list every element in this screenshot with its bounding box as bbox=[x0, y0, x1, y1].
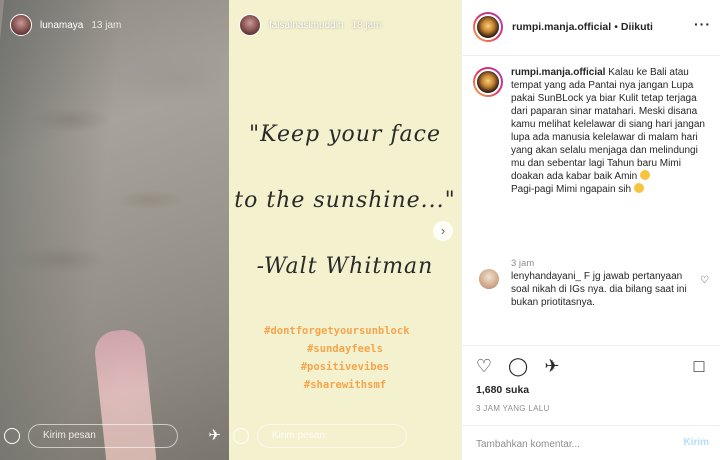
more-options-icon[interactable]: ··· bbox=[694, 17, 711, 31]
hashtag[interactable]: #dontforgetyoursunblock bbox=[229, 323, 461, 340]
avatar[interactable] bbox=[473, 67, 503, 97]
grin-emoji-icon bbox=[416, 325, 426, 335]
story-time: 13 jam bbox=[91, 19, 122, 31]
post-sidebar: rumpi.manja.official • Diikuti ··· rumpi.m… bbox=[461, 0, 720, 460]
post-date: 3 JAM YANG LALU bbox=[476, 404, 550, 413]
media-area: lunamaya 13 jam Kirim pesan ✈ faisalnasi… bbox=[0, 0, 461, 460]
caption-line2: Pagi-pagi Mimi ngapain sih bbox=[511, 184, 632, 195]
post-username[interactable]: rumpi.manja.official bbox=[512, 21, 611, 33]
caption-text: rumpi.manja.official Kalau ke Bali atau … bbox=[511, 66, 714, 196]
bookmark-icon[interactable]: □ bbox=[689, 356, 709, 376]
post-actions: ♡ ◯ ✈ □ 1,680 suka 3 JAM YANG LALU Kirim bbox=[462, 345, 720, 460]
follow-status[interactable]: Diikuti bbox=[621, 21, 653, 33]
story-footer: Kirim pesan bbox=[229, 424, 461, 450]
caption-body: Kalau ke Bali atau tempat yang ada Panta… bbox=[511, 67, 705, 182]
comments-section: rumpi.manja.official Kalau ke Bali atau … bbox=[462, 57, 720, 345]
add-comment-row: Kirim bbox=[462, 425, 720, 460]
camera-icon[interactable] bbox=[233, 428, 249, 444]
reply-input[interactable]: Kirim pesan bbox=[28, 424, 178, 448]
quote-line: to the sunshine..." bbox=[234, 188, 456, 213]
comment-input[interactable] bbox=[476, 437, 666, 451]
avatar[interactable] bbox=[479, 269, 499, 289]
hashtag[interactable]: #sharewithsmf bbox=[229, 377, 461, 394]
story-footer: Kirim pesan ✈ bbox=[0, 424, 229, 450]
comment-icon[interactable]: ◯ bbox=[508, 356, 528, 376]
separator-dot: • bbox=[614, 21, 618, 33]
header-user-line: rumpi.manja.official • Diikuti bbox=[512, 21, 653, 33]
send-icon[interactable]: ✈ bbox=[542, 356, 562, 376]
avatar[interactable] bbox=[239, 14, 261, 36]
hashtag-list: #dontforgetyoursunblock #sundayfeels #po… bbox=[229, 323, 461, 395]
send-icon[interactable]: ✈ bbox=[208, 428, 221, 444]
story-quote[interactable]: faisalnasimuddin 18 jam "Keep your face … bbox=[229, 0, 461, 460]
story-time: 18 jam bbox=[351, 19, 382, 31]
chevron-right-icon[interactable]: › bbox=[433, 221, 453, 241]
like-count[interactable]: 1,680 suka bbox=[476, 384, 529, 396]
quote-line: "Keep your face bbox=[248, 122, 442, 147]
caption-username[interactable]: rumpi.manja.official bbox=[511, 67, 605, 78]
comment-username[interactable]: lenyhandayani_ bbox=[511, 271, 581, 282]
avatar[interactable] bbox=[473, 12, 503, 42]
heart-icon[interactable]: ♡ bbox=[474, 356, 494, 376]
caption-time: 3 jam bbox=[511, 258, 535, 269]
quote-author: -Walt Whitman bbox=[256, 254, 434, 279]
hashtag[interactable]: #positivevibes bbox=[229, 359, 461, 376]
story-header: faisalnasimuddin 18 jam bbox=[239, 14, 382, 36]
story-header: lunamaya 13 jam bbox=[10, 14, 121, 36]
reply-input[interactable]: Kirim pesan bbox=[257, 424, 407, 448]
hashtag[interactable]: #sundayfeels bbox=[229, 341, 461, 358]
post-comment-button[interactable]: Kirim bbox=[683, 437, 709, 448]
comment-text: lenyhandayani_ F jg jawab pertanyaan soa… bbox=[511, 270, 696, 309]
story-username[interactable]: faisalnasimuddin bbox=[269, 20, 344, 31]
grin-emoji-icon bbox=[639, 170, 650, 180]
story-username[interactable]: lunamaya bbox=[40, 20, 83, 31]
rofl-emoji-icon bbox=[633, 183, 644, 193]
avatar[interactable] bbox=[10, 14, 32, 36]
heart-icon[interactable]: ♡ bbox=[700, 275, 709, 286]
story-beach[interactable]: lunamaya 13 jam Kirim pesan ✈ bbox=[0, 0, 229, 460]
post-header: rumpi.manja.official • Diikuti ··· bbox=[462, 0, 720, 56]
camera-icon[interactable] bbox=[4, 428, 20, 444]
